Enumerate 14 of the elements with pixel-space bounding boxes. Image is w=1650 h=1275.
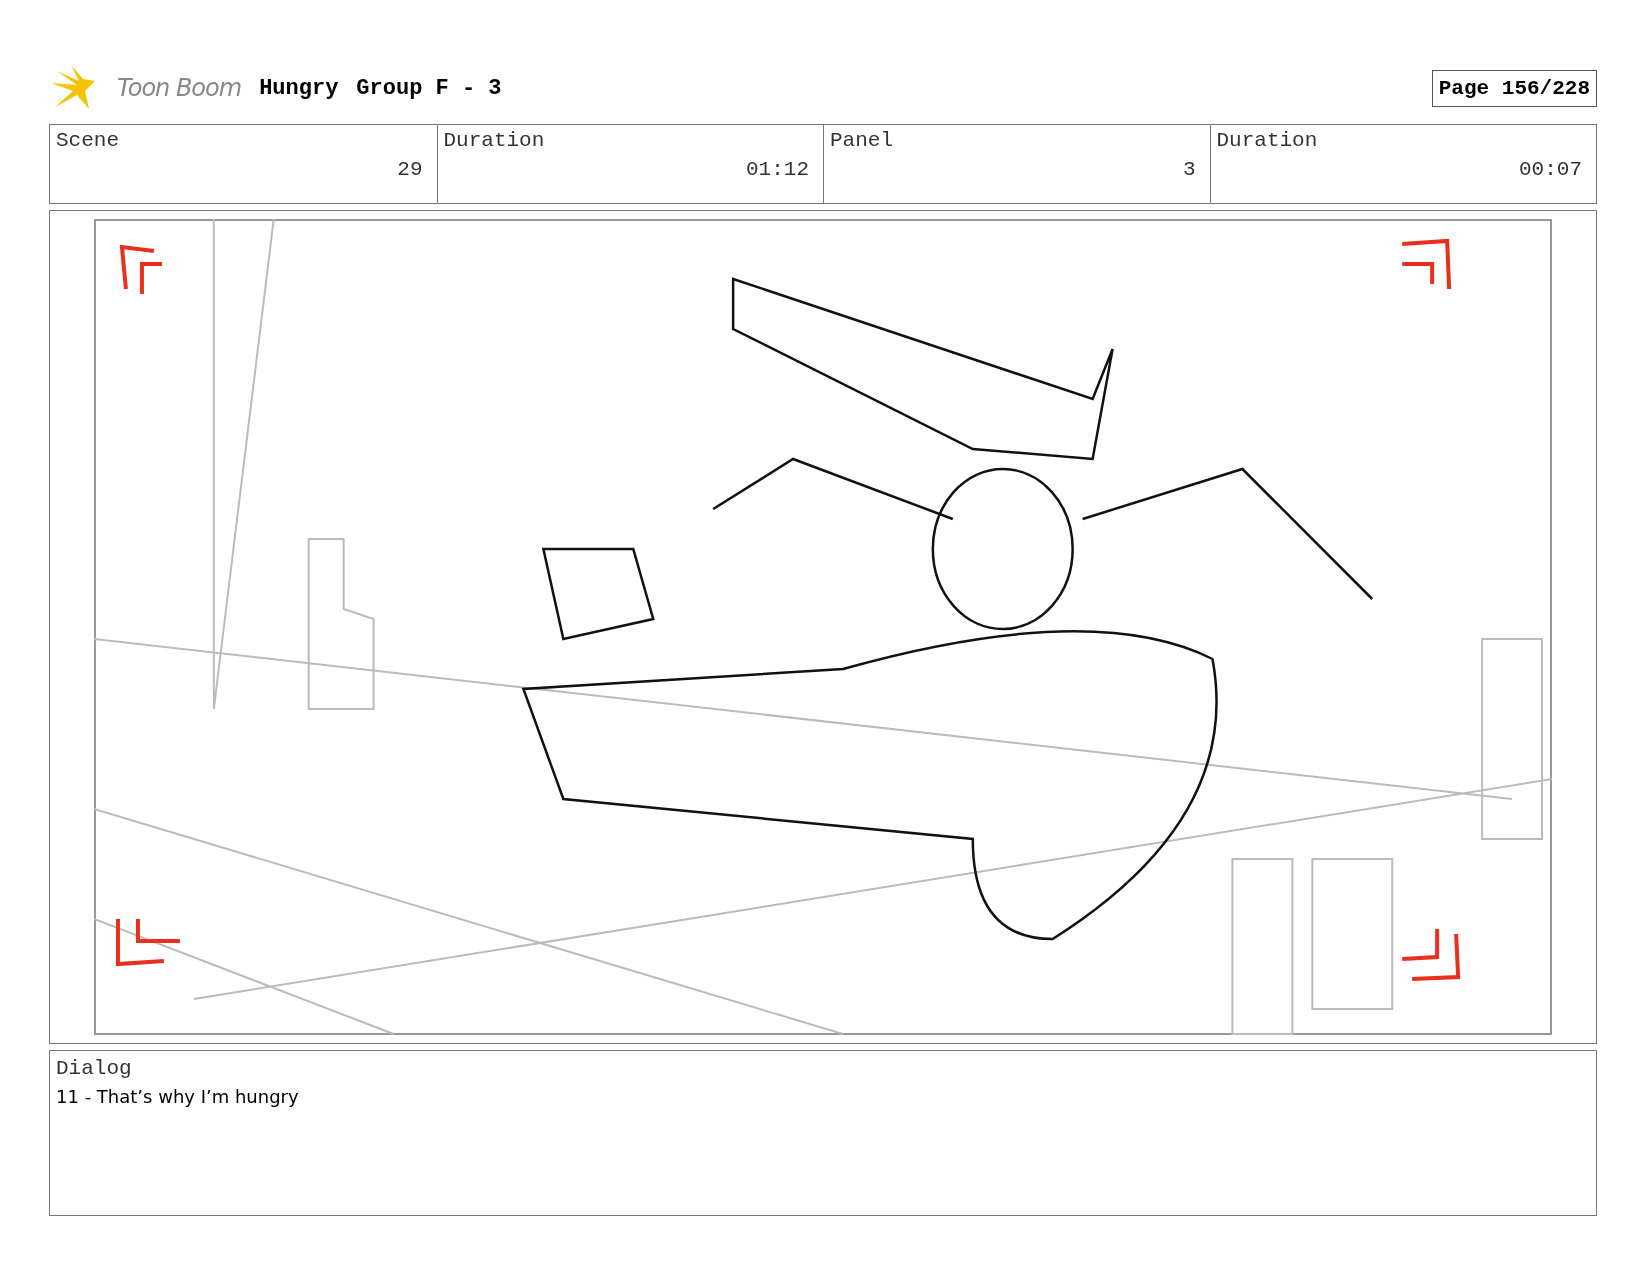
project-title: Hungry <box>259 75 339 101</box>
sequence-title: Group F - 3 <box>356 75 502 101</box>
field-value: 29 <box>396 158 423 181</box>
field-label: Duration <box>1216 129 1319 152</box>
field-value: 01:12 <box>745 158 809 181</box>
field-label: Panel <box>830 129 894 152</box>
field-label: Duration <box>443 129 546 152</box>
dialog-label: Dialog <box>56 1057 133 1080</box>
field-label: Scene <box>56 129 120 152</box>
page-number: Page 156/228 <box>1431 69 1597 107</box>
field-value: 3 <box>1181 158 1196 181</box>
field-value: 00:07 <box>1518 158 1582 181</box>
brand-name: Toon Boom <box>117 74 242 102</box>
dialog-text: 11 - That’s why I’m hungry <box>56 1086 300 1107</box>
